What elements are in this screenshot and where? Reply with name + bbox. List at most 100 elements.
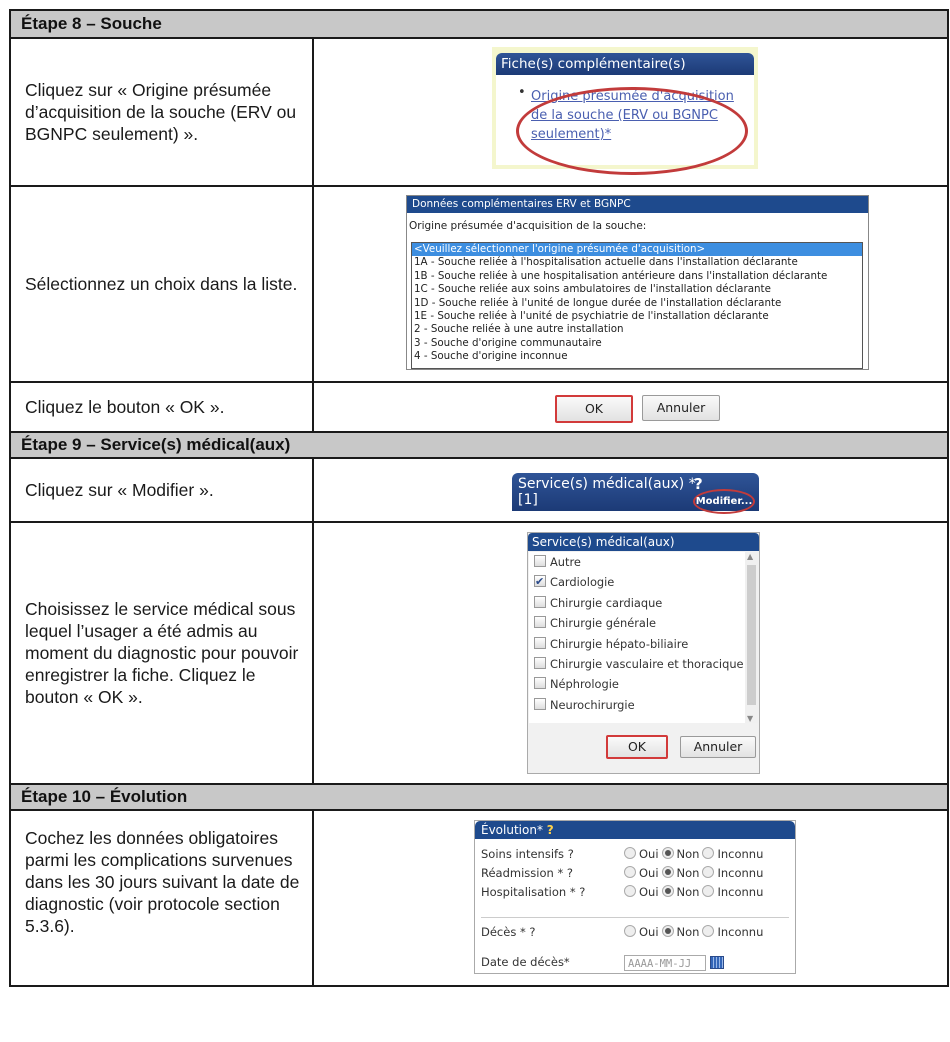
evolution-row: Décès * ? Oui Non Inconnu — [481, 923, 791, 941]
ok-button[interactable]: OK — [555, 395, 633, 423]
evolution-row: Soins intensifs ? Oui Non Inconnu — [481, 845, 791, 863]
help-icon[interactable]: ? — [694, 475, 703, 493]
origine-option[interactable]: 1D - Souche reliée à l'unité de longue d… — [412, 297, 862, 310]
radio-oui[interactable] — [624, 847, 636, 859]
instruction-table: Étape 8 – Souche Cliquez sur « Origine p… — [9, 9, 949, 987]
service-label: Cardiologie — [550, 575, 615, 590]
service-item[interactable]: Chirurgie générale — [529, 613, 758, 633]
origine-option[interactable]: <Veuillez sélectionner l'origine présumé… — [412, 243, 862, 257]
scroll-down-icon[interactable]: ▼ — [747, 714, 753, 723]
service-label: Neurochirurgie — [550, 697, 635, 712]
evolution-row: Hospitalisation * ? Oui Non Inconnu — [481, 883, 791, 901]
checkbox[interactable] — [534, 677, 546, 690]
service-item[interactable]: Néphrologie — [529, 674, 758, 694]
radio-oui-label: Oui — [639, 866, 659, 880]
step9-screenshot-2-cell: Service(s) médical(aux) Autre Cardiologie… — [312, 521, 949, 785]
service-title: Service(s) médical(aux) * [1] — [518, 476, 696, 508]
step10-instruction: Cochez les données obligatoires parmi le… — [9, 809, 314, 987]
calendar-icon[interactable] — [710, 956, 724, 969]
origine-option[interactable]: 2 - Souche reliée à une autre installati… — [412, 323, 862, 336]
radio-non-label: Non — [676, 885, 700, 899]
step10-header: Étape 10 – Évolution — [9, 783, 949, 811]
radio-non[interactable] — [661, 866, 674, 878]
origine-option[interactable]: 1A - Souche reliée à l'hospitalisation a… — [412, 256, 862, 269]
radio-oui[interactable] — [624, 925, 636, 937]
service-item[interactable]: Cardiologie — [529, 572, 758, 592]
step9-header: Étape 9 – Service(s) médical(aux) — [9, 431, 949, 459]
service-item[interactable]: Chirurgie hépato-biliaire — [529, 634, 758, 654]
service-label: Chirurgie générale — [550, 616, 657, 631]
service-label: Autre — [550, 555, 581, 569]
evolution-row-label: Hospitalisation * ? — [481, 885, 586, 899]
modify-button[interactable]: Modifier... — [693, 489, 755, 514]
service-medical-header: Service(s) médical(aux) * [1] ? Modifier.… — [512, 473, 759, 514]
help-icon[interactable]: ? — [547, 823, 554, 837]
step10-screenshot-cell: Évolution* ? Soins intensifs ? Oui Non Inco… — [312, 809, 949, 987]
checkbox[interactable] — [534, 572, 546, 592]
service-list: Autre Cardiologie Chirurgie cardiaque Chiru… — [529, 552, 758, 723]
radio-oui-label: Oui — [639, 925, 659, 939]
service-item[interactable]: Neurochirurgie — [529, 695, 758, 715]
step9-screenshot-1-cell: Service(s) médical(aux) * [1] ? Modifier.… — [312, 457, 949, 523]
service-item[interactable]: Chirurgie vasculaire et thoracique — [529, 654, 758, 674]
origine-option[interactable]: 1B - Souche reliée à une hospitalisation… — [412, 270, 862, 283]
ok-button[interactable]: OK — [606, 735, 668, 759]
evolution-title: Évolution* ? — [475, 821, 795, 839]
evolution-row-label: Décès * ? — [481, 925, 536, 939]
radio-non[interactable] — [661, 925, 674, 937]
origine-option[interactable]: 4 - Souche d'origine inconnue — [412, 350, 862, 363]
step9-instruction-2: Choisissez le service médical sous leque… — [9, 521, 314, 785]
radio-inconnu-label: Inconnu — [717, 847, 764, 861]
step8-screenshot-1-cell: Fiche(s) complémentaire(s) • Origine pré… — [312, 37, 949, 187]
cancel-button[interactable]: Annuler — [642, 395, 720, 421]
scroll-up-icon[interactable]: ▲ — [747, 552, 753, 561]
radio-oui[interactable] — [624, 885, 636, 897]
dialog-buttons: OK Annuler — [555, 392, 725, 427]
service-label: Chirurgie vasculaire et thoracique — [550, 656, 744, 671]
origine-option[interactable]: 1C - Souche reliée aux soins ambulatoire… — [412, 283, 862, 296]
radio-non[interactable] — [661, 847, 674, 859]
step8-instruction-3: Cliquez le bouton « OK ». — [9, 381, 314, 433]
radio-inconnu-label: Inconnu — [717, 866, 764, 880]
service-list-title: Service(s) médical(aux) — [528, 533, 759, 551]
checkbox[interactable] — [534, 656, 546, 669]
service-label: Néphrologie — [550, 677, 619, 692]
fiche-complementaire-panel: Fiche(s) complémentaire(s) • Origine pré… — [492, 47, 758, 175]
step8-screenshot-2-cell: Données complémentaires ERV et BGNPC Ori… — [312, 185, 949, 383]
scroll-thumb[interactable] — [747, 565, 756, 705]
donnees-complementaires-dialog: Données complémentaires ERV et BGNPC Ori… — [406, 195, 869, 370]
radio-inconnu[interactable] — [702, 866, 715, 878]
origine-option[interactable]: 1E - Souche reliée à l'unité de psychiat… — [412, 310, 862, 323]
service-label: Chirurgie hépato-biliaire — [550, 636, 689, 651]
service-label: Chirurgie cardiaque — [550, 595, 663, 610]
checkbox[interactable] — [534, 595, 546, 608]
radio-non[interactable] — [661, 885, 674, 897]
evolution-row-label: Réadmission * ? — [481, 866, 573, 880]
radio-non-label: Non — [676, 866, 700, 880]
separator — [481, 917, 789, 918]
radio-non-label: Non — [676, 847, 700, 861]
date-deces-label: Date de décès* — [481, 955, 570, 969]
fiche-panel-title: Fiche(s) complémentaire(s) — [496, 53, 754, 75]
checkbox[interactable] — [534, 636, 546, 649]
checkbox[interactable] — [534, 697, 546, 710]
cancel-button[interactable]: Annuler — [680, 736, 756, 758]
radio-oui[interactable] — [624, 866, 636, 878]
radio-inconnu[interactable] — [702, 885, 715, 897]
service-item[interactable]: Autre — [529, 552, 758, 572]
step8-instruction-1: Cliquez sur « Origine présumée d’acquisi… — [9, 37, 314, 187]
checkbox[interactable] — [534, 616, 546, 629]
origine-select-list[interactable]: <Veuillez sélectionner l'origine présumé… — [411, 242, 863, 369]
radio-inconnu[interactable] — [702, 925, 715, 937]
service-item[interactable]: Chirurgie cardiaque — [529, 593, 758, 613]
radio-oui-label: Oui — [639, 847, 659, 861]
evolution-row-label: Soins intensifs ? — [481, 847, 574, 861]
radio-inconnu[interactable] — [702, 847, 715, 859]
radio-inconnu-label: Inconnu — [717, 925, 764, 939]
date-deces-input[interactable]: AAAA-MM-JJ — [624, 954, 706, 971]
scrollbar[interactable]: ▲ ▼ — [745, 552, 758, 723]
checkbox[interactable] — [534, 555, 546, 567]
step8-buttons-cell: OK Annuler — [312, 381, 949, 433]
origine-option[interactable]: 3 - Souche d'origine communautaire — [412, 337, 862, 350]
radio-non-label: Non — [676, 925, 700, 939]
